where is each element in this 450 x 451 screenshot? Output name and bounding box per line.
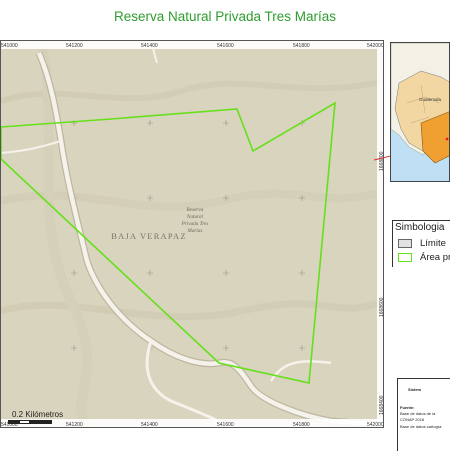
legend-title: Simbologia (395, 222, 445, 233)
region-label: BAJA VERAPAZ (111, 231, 187, 241)
legend-swatch (398, 239, 412, 248)
location-marker-icon (445, 137, 449, 141)
map-title: Reserva Natural Privada Tres Marías (113, 9, 337, 24)
scale-segment (30, 420, 52, 424)
terrain-background (1, 41, 383, 427)
info-heading: Sistem (408, 387, 422, 392)
location-inset-map[interactable]: Guatemala (390, 42, 450, 182)
source-info-box: Sistem Fuente: Base de datos de la CONAP… (397, 378, 450, 451)
reserve-label-line: Marías (187, 228, 203, 234)
x-tick-label: 541600 (217, 422, 234, 428)
info-line: Base de datos cartogra (400, 424, 442, 429)
x-tick-label: 541000 (1, 43, 18, 49)
inset-caption: Guatemala (419, 97, 442, 102)
main-map[interactable]: BAJA VERAPAZ Reserva Natural Privada Tre… (0, 40, 384, 428)
y-tick-label: 1668600 (379, 297, 384, 317)
x-tick-label: 541400 (141, 43, 158, 49)
right-tick-strip (377, 41, 383, 427)
x-tick-label: 541200 (66, 43, 83, 49)
info-line: CONAP 2016 (400, 417, 425, 422)
scale-segment (19, 420, 30, 424)
info-line: Fuente: (400, 405, 415, 410)
top-tick-strip (1, 41, 383, 49)
x-tick-label: 542000 (367, 43, 384, 49)
reserve-label-line: Privada Tres (181, 221, 209, 227)
x-tick-label: 541400 (141, 422, 158, 428)
info-line: Base de datos de la (400, 411, 436, 416)
reserve-label-line: Natural (186, 214, 204, 220)
x-tick-label: 541800 (293, 422, 310, 428)
bottom-tick-strip (1, 419, 383, 427)
x-tick-label: 541200 (66, 422, 83, 428)
reserve-label-line: Reserva (186, 207, 204, 213)
scale-segment (8, 420, 19, 424)
legend-swatch (398, 253, 412, 262)
map-canvas[interactable]: BAJA VERAPAZ Reserva Natural Privada Tre… (1, 41, 384, 428)
legend-label: Área pr (420, 252, 450, 263)
legend-label: Límite (420, 238, 446, 249)
inset-canvas: Guatemala (391, 43, 449, 181)
y-tick-label: 1668400 (379, 395, 384, 415)
scale-label: 0.2 Kilómetros (12, 410, 64, 419)
x-tick-label: 542000 (367, 422, 384, 428)
x-tick-label: 541600 (217, 43, 234, 49)
legend: Simbologia Límite Área pr (392, 220, 450, 267)
scale-bar (8, 420, 52, 424)
x-tick-label: 541800 (293, 43, 310, 49)
